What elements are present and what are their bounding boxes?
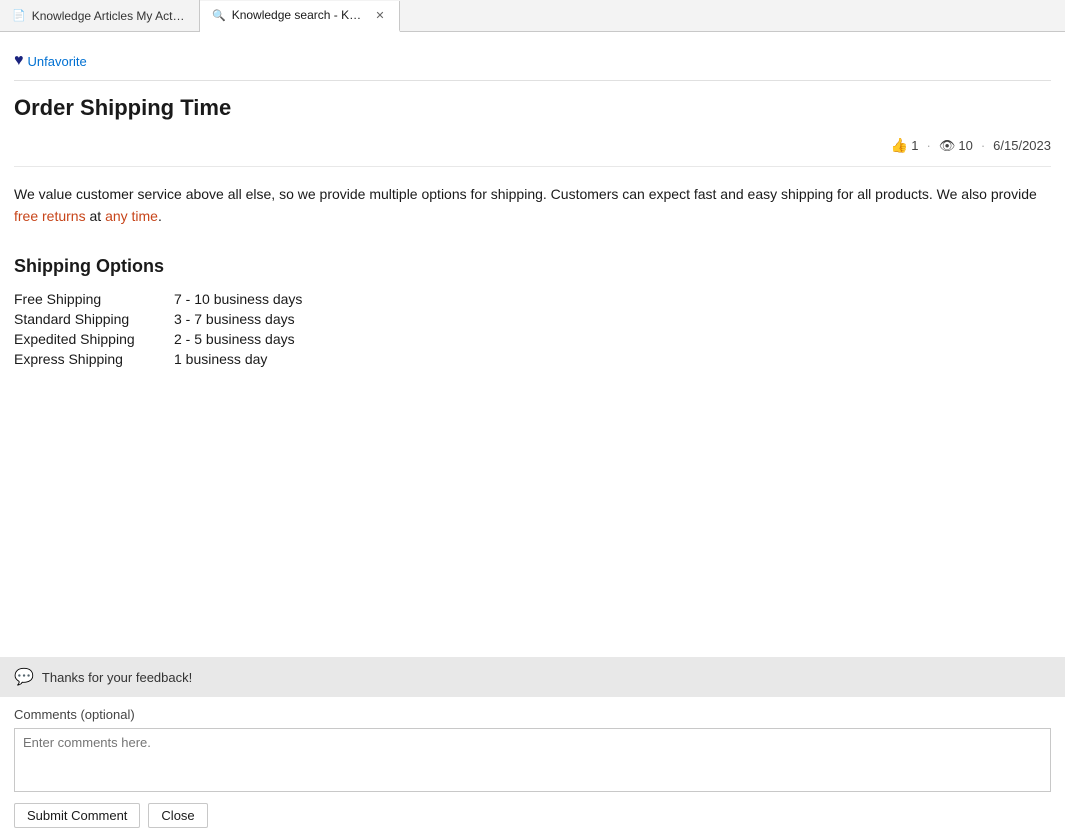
shipping-name-express: Express Shipping [14,351,174,367]
separator-2: · [981,138,985,153]
meta-views: 👁 10 [939,138,973,154]
feedback-banner: 💬 Thanks for your feedback! [0,657,1065,697]
close-button[interactable]: Close [148,803,207,828]
comments-label: Comments (optional) [14,707,1051,722]
meta-likes: 👍 1 [891,137,919,154]
heart-icon: ♥ [14,52,24,70]
submit-comment-button[interactable]: Submit Comment [14,803,140,828]
shipping-table: Free Shipping 7 - 10 business days Stand… [14,289,1051,369]
unfavorite-link[interactable]: Unfavorite [28,54,87,69]
shipping-options-heading: Shipping Options [14,256,1051,277]
meta-row: 👍 1 · 👁 10 · 6/15/2023 [14,129,1051,167]
shipping-row-express: Express Shipping 1 business day [14,349,1051,369]
article-title: Order Shipping Time [14,95,1051,129]
shipping-name-free: Free Shipping [14,291,174,307]
free-returns-link[interactable]: free returns [14,208,86,224]
shipping-name-expedited: Expedited Shipping [14,331,174,347]
tab-label-1: Knowledge Articles My Active ... [32,9,187,23]
comments-textarea[interactable] [14,728,1051,792]
shipping-row-expedited: Expedited Shipping 2 - 5 business days [14,329,1051,349]
shipping-name-standard: Standard Shipping [14,311,174,327]
meta-date: 6/15/2023 [993,138,1051,153]
tab-label-2: Knowledge search - Knowled... [232,8,367,22]
tab-knowledge-search[interactable]: 🔍 Knowledge search - Knowled... ✕ [200,1,400,32]
tab-favicon-2: 🔍 [212,9,226,22]
comments-section: Comments (optional) Submit Comment Close [0,697,1065,838]
shipping-time-expedited: 2 - 5 business days [174,331,295,347]
shipping-row-free: Free Shipping 7 - 10 business days [14,289,1051,309]
main-content: ♥ Unfavorite Order Shipping Time 👍 1 · 👁… [0,32,1065,549]
tab-bar: 📄 Knowledge Articles My Active ... 🔍 Kno… [0,0,1065,32]
views-count: 10 [958,138,972,153]
eye-icon: 👁 [939,138,956,154]
likes-count: 1 [911,138,918,153]
shipping-time-standard: 3 - 7 business days [174,311,295,327]
button-row: Submit Comment Close [14,803,1051,828]
unfavorite-area: ♥ Unfavorite [14,44,1051,81]
feedback-section: 💬 Thanks for your feedback! Comments (op… [0,657,1065,838]
article-body: We value customer service above all else… [14,167,1051,240]
tab-favicon-1: 📄 [12,9,26,22]
feedback-banner-text: Thanks for your feedback! [42,670,192,685]
shipping-row-standard: Standard Shipping 3 - 7 business days [14,309,1051,329]
tab-knowledge-articles[interactable]: 📄 Knowledge Articles My Active ... [0,0,200,31]
shipping-time-free: 7 - 10 business days [174,291,302,307]
chat-icon: 💬 [14,667,34,687]
separator-1: · [926,138,930,153]
article-date: 6/15/2023 [993,138,1051,153]
article-body-text: We value customer service above all else… [14,183,1051,228]
thumbsup-icon: 👍 [891,137,908,154]
tab-close-button[interactable]: ✕ [373,8,387,22]
shipping-time-express: 1 business day [174,351,267,367]
any-time-link[interactable]: any time [105,208,158,224]
